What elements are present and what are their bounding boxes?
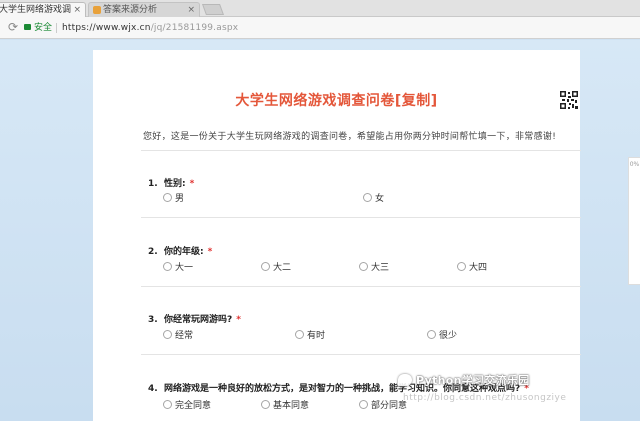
question-number: 2. <box>148 247 158 257</box>
progress-side-tab[interactable]: 0% <box>628 157 640 285</box>
question-1-title: 1. 性别: * <box>148 176 194 189</box>
secure-label: 安全 <box>34 23 53 33</box>
option-label: 大二 <box>273 263 292 273</box>
required-mark: * <box>207 247 213 257</box>
option-label: 大三 <box>371 263 390 273</box>
option-label: 基本同意 <box>273 401 310 411</box>
tab-survey-title: 大学生网络游戏调查问卷 <box>0 5 71 15</box>
url-path: /jq/21581199.aspx <box>150 23 239 33</box>
option-q4-mostly-agree[interactable]: 基本同意 <box>261 400 309 412</box>
option-label: 大一 <box>175 263 194 273</box>
progress-text: 0% <box>629 161 640 168</box>
question-divider <box>141 354 581 355</box>
survey-title: 大学生网络游戏调查问卷[复制] <box>235 93 438 109</box>
option-q2-year2[interactable]: 大二 <box>261 262 291 274</box>
option-q2-year1[interactable]: 大一 <box>163 262 193 274</box>
url-host: https://www.wjx.cn <box>62 23 151 33</box>
watermark-url: http://blog.csdn.net/zhusongziye <box>403 393 567 403</box>
radio-button[interactable] <box>359 262 368 271</box>
radio-button[interactable] <box>363 193 372 202</box>
option-q3-rarely[interactable]: 很少 <box>427 330 457 342</box>
question-divider <box>141 286 581 287</box>
option-label: 有时 <box>307 331 326 341</box>
question-text: 你的年级: <box>164 247 204 257</box>
radio-button[interactable] <box>163 330 172 339</box>
option-label: 很少 <box>439 331 458 341</box>
radio-button[interactable] <box>457 262 466 271</box>
option-label: 经常 <box>175 331 194 341</box>
reload-icon[interactable]: ⟳ <box>6 20 20 34</box>
option-q1-female[interactable]: 女 <box>363 193 384 205</box>
option-q2-year4[interactable]: 大四 <box>457 262 487 274</box>
survey-intro: 您好，这是一份关于大学生玩网络游戏的调查问卷，希望能占用你两分钟时间帮忙填一下，… <box>143 132 557 142</box>
address-bar[interactable]: https://www.wjx.cn/jq/21581199.aspx <box>62 21 238 35</box>
browser-tab-strip: 大学生网络游戏调查问卷 × 答案来源分析 × <box>0 0 640 17</box>
option-q4-partly-agree[interactable]: 部分同意 <box>359 400 407 412</box>
new-tab-button[interactable] <box>201 4 225 15</box>
radio-button[interactable] <box>163 262 172 271</box>
option-label: 女 <box>375 194 385 204</box>
question-3-title: 3. 你经常玩网游吗? * <box>148 312 241 325</box>
browser-toolbar: ⟳ 安全 https://www.wjx.cn/jq/21581199.aspx <box>0 17 640 39</box>
tab-favicon-icon <box>93 6 101 14</box>
question-divider <box>141 217 581 218</box>
intro-divider <box>141 150 581 151</box>
lock-icon <box>24 24 31 30</box>
option-label: 男 <box>175 194 185 204</box>
tab-survey[interactable]: 大学生网络游戏调查问卷 × <box>0 2 86 17</box>
tab-answer-source-title: 答案来源分析 <box>103 5 158 15</box>
watermark-text: Python学习交流乐园 <box>416 374 530 387</box>
radio-button[interactable] <box>163 400 172 409</box>
radio-button[interactable] <box>261 262 270 271</box>
radio-button[interactable] <box>295 330 304 339</box>
required-mark: * <box>236 315 241 325</box>
radio-button[interactable] <box>427 330 436 339</box>
question-number: 1. <box>148 179 158 189</box>
question-2-title: 2. 你的年级: * <box>148 244 212 257</box>
secure-indicator[interactable]: 安全 <box>24 21 52 35</box>
option-q4-fully-agree[interactable]: 完全同意 <box>163 400 211 412</box>
question-number: 3. <box>148 315 158 325</box>
option-label: 大四 <box>469 263 488 273</box>
wechat-icon <box>398 374 412 386</box>
radio-button[interactable] <box>163 193 172 202</box>
survey-card: 大学生网络游戏调查问卷[复制] 您好，这是一份关于大学生玩网络游戏的调查问卷，希… <box>93 50 581 421</box>
option-label: 完全同意 <box>175 401 212 411</box>
address-separator <box>56 23 57 33</box>
page-viewport: 大学生网络游戏调查问卷[复制] 您好，这是一份关于大学生玩网络游戏的调查问卷，希… <box>0 40 640 421</box>
question-text: 性别: <box>164 179 186 189</box>
option-q3-sometimes[interactable]: 有时 <box>295 330 325 342</box>
option-q2-year3[interactable]: 大三 <box>359 262 389 274</box>
close-tab-icon[interactable]: × <box>73 3 81 17</box>
required-mark: * <box>189 179 195 189</box>
radio-button[interactable] <box>359 400 368 409</box>
question-number: 4. <box>148 384 158 394</box>
close-tab-icon[interactable]: × <box>187 3 195 17</box>
radio-button[interactable] <box>261 400 270 409</box>
watermark-logo: Python学习交流乐园 <box>398 372 530 388</box>
option-q1-male[interactable]: 男 <box>163 193 184 205</box>
question-text: 你经常玩网游吗? <box>164 315 233 325</box>
qr-code-icon[interactable] <box>559 90 579 110</box>
option-label: 部分同意 <box>371 401 408 411</box>
tab-answer-source[interactable]: 答案来源分析 × <box>88 2 200 17</box>
option-q3-often[interactable]: 经常 <box>163 330 193 342</box>
